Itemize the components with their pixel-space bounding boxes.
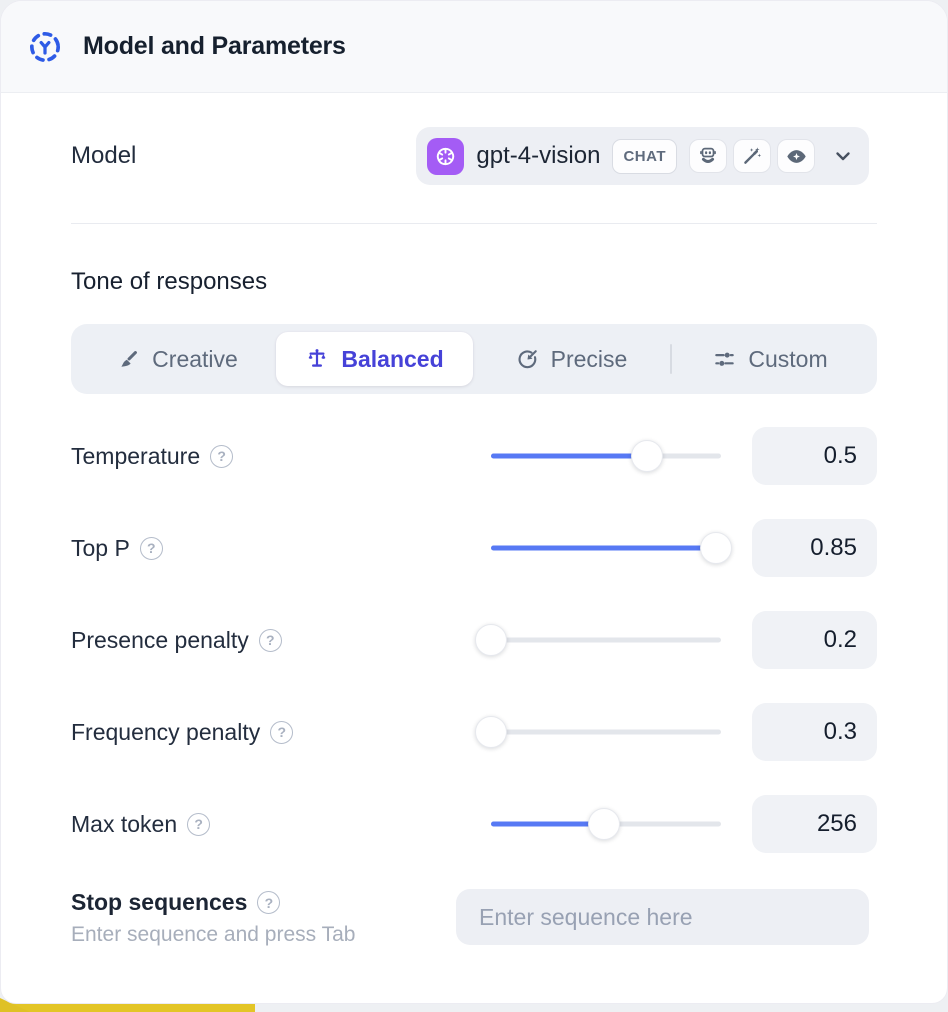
stop-sequence-input[interactable] (456, 889, 869, 945)
robot-icon (689, 139, 727, 173)
temperature-value[interactable]: 0.5 (752, 427, 877, 485)
max-token-slider[interactable] (491, 808, 721, 840)
presence-penalty-slider[interactable] (491, 624, 721, 656)
tab-creative[interactable]: Creative (79, 332, 276, 386)
param-row-top-p: Top P ? 0.85 (71, 519, 877, 577)
stop-sequences-hint: Enter sequence and press Tab (71, 923, 355, 947)
help-icon[interactable]: ? (140, 537, 163, 560)
background-yellow-strip (0, 1003, 255, 1012)
tab-label: Precise (551, 346, 628, 373)
help-icon[interactable]: ? (187, 813, 210, 836)
slider-knob[interactable] (588, 808, 620, 840)
frequency-penalty-slider[interactable] (491, 716, 721, 748)
sliders-icon (713, 348, 736, 371)
slider-knob[interactable] (475, 716, 507, 748)
magic-wand-icon (733, 139, 771, 173)
card-header: Model and Parameters (1, 1, 947, 93)
model-parameters-card: Model and Parameters Model (0, 0, 948, 1004)
slider-knob[interactable] (700, 532, 732, 564)
model-row: Model (71, 127, 877, 185)
slider-track[interactable] (491, 730, 721, 735)
tab-precise[interactable]: Precise (473, 332, 670, 386)
temperature-slider[interactable] (491, 440, 721, 472)
model-select-dropdown[interactable]: gpt-4-vision CHAT (416, 127, 869, 185)
tone-heading: Tone of responses (71, 268, 877, 296)
paintbrush-icon (117, 348, 140, 371)
tab-custom[interactable]: Custom (672, 332, 869, 386)
model-node-icon (25, 27, 65, 67)
slider-knob[interactable] (631, 440, 663, 472)
slider-fill (491, 454, 647, 459)
max-token-value[interactable]: 256 (752, 795, 877, 853)
tab-balanced[interactable]: Balanced (276, 332, 473, 386)
target-arrow-icon (516, 348, 539, 371)
param-label-text: Temperature (71, 443, 200, 470)
tab-label: Creative (152, 346, 238, 373)
help-icon[interactable]: ? (210, 445, 233, 468)
selected-model-name: gpt-4-vision (476, 142, 600, 170)
balance-scale-icon (305, 347, 329, 371)
page-title: Model and Parameters (83, 32, 346, 61)
param-row-frequency-penalty: Frequency penalty ? 0.3 (71, 703, 877, 761)
top-p-value[interactable]: 0.85 (752, 519, 877, 577)
help-icon[interactable]: ? (270, 721, 293, 744)
slider-track[interactable] (491, 638, 721, 643)
stop-sequences-row: Stop sequences ? Enter sequence and pres… (71, 889, 877, 947)
page-background: Model and Parameters Model (0, 0, 948, 1012)
presence-penalty-value[interactable]: 0.2 (752, 611, 877, 669)
tab-label: Balanced (341, 346, 443, 373)
slider-knob[interactable] (475, 624, 507, 656)
frequency-penalty-value[interactable]: 0.3 (752, 703, 877, 761)
top-p-slider[interactable] (491, 532, 721, 564)
model-capability-icons (689, 139, 815, 173)
chevron-down-icon (831, 144, 855, 168)
param-row-presence-penalty: Presence penalty ? 0.2 (71, 611, 877, 669)
param-row-temperature: Temperature ? 0.5 (71, 427, 877, 485)
model-label: Model (71, 142, 136, 170)
param-label-text: Frequency penalty (71, 719, 260, 746)
slider-fill (491, 546, 716, 551)
openai-logo (427, 138, 464, 175)
section-divider (71, 223, 877, 224)
help-icon[interactable]: ? (259, 629, 282, 652)
param-label-text: Top P (71, 535, 130, 562)
param-label-text: Presence penalty (71, 627, 249, 654)
param-row-max-token: Max token ? 256 (71, 795, 877, 853)
param-label-text: Max token (71, 811, 177, 838)
vision-icon (777, 139, 815, 173)
tab-label: Custom (748, 346, 827, 373)
model-type-badge: CHAT (612, 139, 677, 174)
tone-tab-bar: Creative Balanced (71, 324, 877, 394)
help-icon[interactable]: ? (257, 891, 280, 914)
stop-sequences-label: Stop sequences (71, 889, 247, 916)
